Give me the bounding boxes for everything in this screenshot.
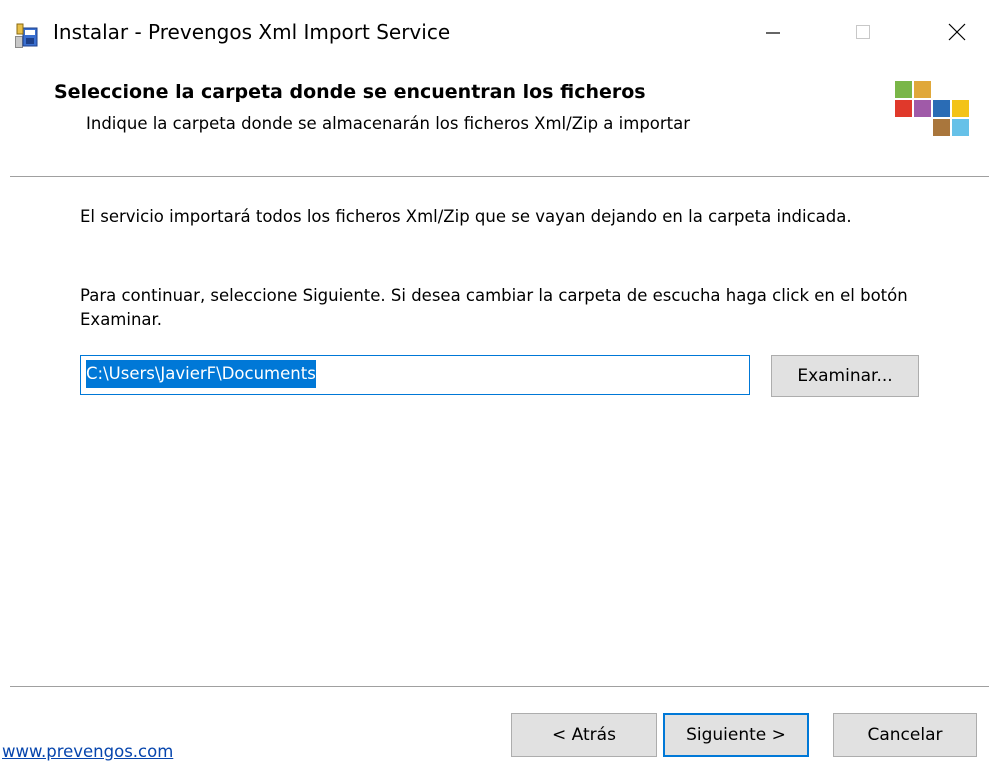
page-subtitle: Indique la carpeta donde se almacenarán … — [86, 114, 691, 133]
instructions-paragraph: Para continuar, seleccione Siguiente. Si… — [80, 286, 908, 329]
folder-path-value: C:\Users\JavierF\Documents — [86, 360, 316, 388]
wizard-content: El servicio importará todos los ficheros… — [0, 178, 989, 686]
close-button[interactable] — [928, 12, 986, 56]
back-button[interactable]: < Atrás — [511, 713, 657, 757]
prevengos-logo — [895, 81, 989, 153]
installer-icon — [13, 22, 41, 50]
window-title: Instalar - Prevengos Xml Import Service — [53, 20, 451, 44]
footer-divider — [10, 686, 989, 688]
wizard-header: Seleccione la carpeta donde se encuentra… — [0, 68, 989, 176]
website-link[interactable]: www.prevengos.com — [2, 742, 173, 761]
close-icon — [948, 23, 966, 45]
next-button[interactable]: Siguiente > — [663, 713, 809, 757]
title-bar[interactable]: Instalar - Prevengos Xml Import Service — [0, 0, 989, 68]
minimize-button[interactable] — [744, 12, 802, 56]
info-paragraph: El servicio importará todos los ficheros… — [80, 207, 852, 226]
browse-button[interactable]: Examinar... — [771, 355, 919, 397]
cancel-button[interactable]: Cancelar — [833, 713, 977, 757]
minimize-icon — [765, 24, 781, 44]
page-title: Seleccione la carpeta donde se encuentra… — [54, 81, 646, 103]
maximize-button[interactable] — [834, 12, 892, 56]
maximize-icon — [855, 24, 871, 44]
folder-path-input[interactable]: C:\Users\JavierF\Documents — [80, 355, 750, 395]
